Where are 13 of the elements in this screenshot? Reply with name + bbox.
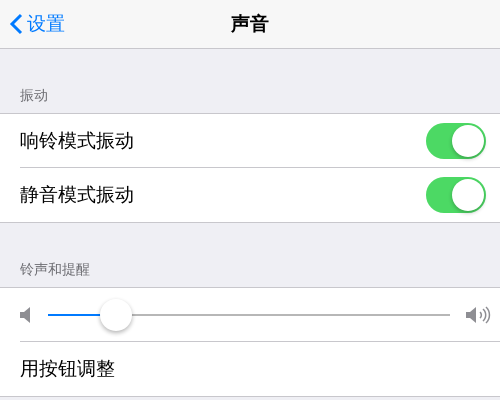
volume-low-icon	[20, 306, 32, 324]
section-header: 铃声和提醒	[19, 261, 91, 280]
setting-label: 用按钮调整	[20, 357, 116, 382]
chevron-left-icon	[10, 13, 23, 35]
toggle-switch[interactable]	[426, 177, 486, 213]
setting-label: 静音模式振动	[20, 183, 135, 208]
back-button[interactable]: 设置	[0, 11, 65, 37]
section-header: 振动	[19, 87, 49, 106]
toggle-switch[interactable]	[426, 123, 486, 159]
page-title: 声音	[231, 12, 269, 37]
slider-thumb[interactable]	[100, 299, 132, 331]
volume-high-icon	[466, 306, 492, 324]
setting-label: 响铃模式振动	[20, 129, 135, 154]
